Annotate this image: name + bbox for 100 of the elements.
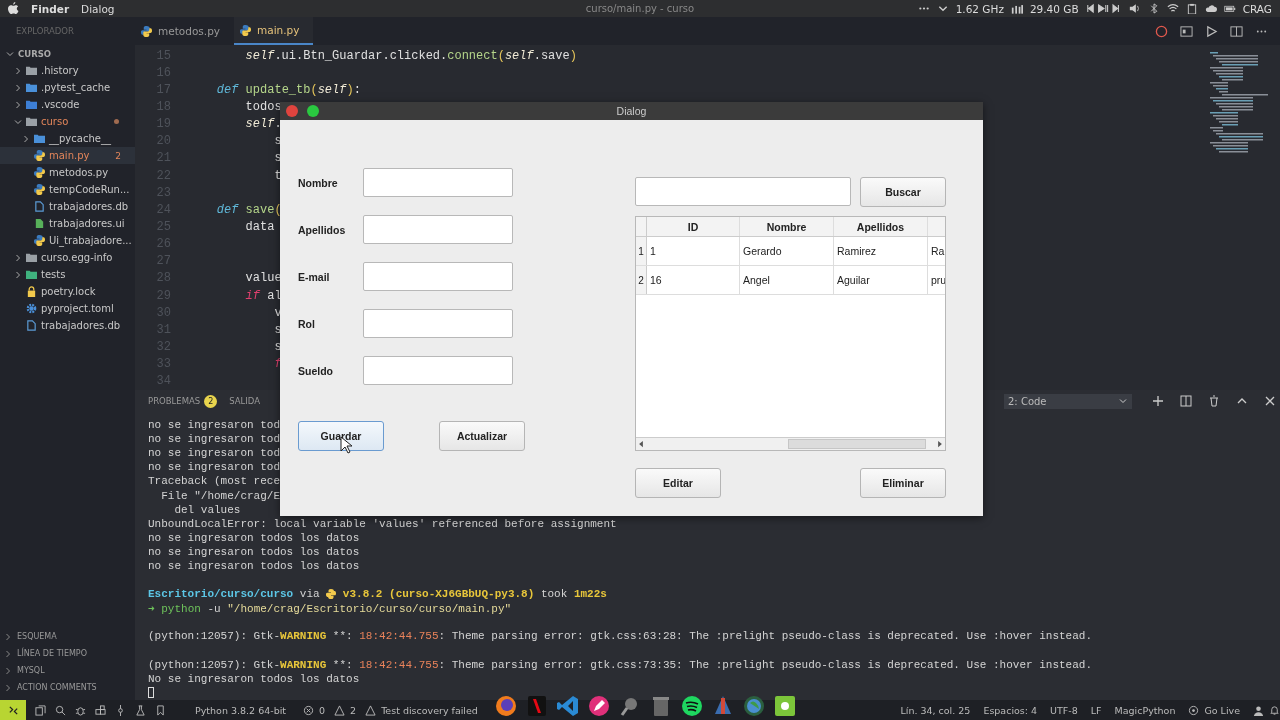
status-item[interactable]: Lín. 34, col. 25 <box>900 704 971 716</box>
flask-icon[interactable] <box>135 704 146 716</box>
tree-label[interactable]: CURSO <box>18 48 52 59</box>
volume-icon[interactable] <box>1128 3 1141 14</box>
tree-row[interactable]: .pytest_cache <box>0 79 135 96</box>
input-field[interactable] <box>363 215 513 244</box>
input-field[interactable] <box>363 168 513 197</box>
tree-row[interactable]: tests <box>0 266 135 283</box>
tree-row[interactable]: .history <box>0 62 135 79</box>
close-button[interactable] <box>286 105 298 117</box>
wifi-icon[interactable] <box>1166 3 1179 14</box>
tree-label[interactable]: __pycache__ <box>49 133 111 144</box>
play-icon[interactable] <box>1205 24 1218 38</box>
section-header[interactable]: ACTION COMMENTS <box>17 683 97 692</box>
table-cell[interactable]: Aguilar <box>834 266 928 294</box>
status-item[interactable]: LF <box>1090 704 1102 716</box>
app-icon[interactable] <box>494 694 518 718</box>
extensions-icon[interactable] <box>95 704 106 716</box>
tree-label[interactable]: Ui_trabajadore... <box>49 235 132 246</box>
dialog-button[interactable]: Eliminar <box>860 468 946 498</box>
warning-icon[interactable] <box>334 704 346 716</box>
split-editor-icon[interactable] <box>1230 24 1243 38</box>
tree-label[interactable]: main.py <box>49 150 90 161</box>
warning-count[interactable]: 2 <box>350 704 357 716</box>
column-header[interactable]: ID <box>647 217 740 236</box>
cloud-icon[interactable] <box>1204 3 1217 14</box>
tree-label[interactable]: trabajadores.ui <box>49 218 125 229</box>
tree-label[interactable]: pyproject.toml <box>41 303 114 314</box>
tree-label[interactable]: metodos.py <box>49 167 109 178</box>
tree-row[interactable]: poetry.lock <box>0 283 135 300</box>
tree-row[interactable]: trabajadores.ui <box>0 215 135 232</box>
status-item[interactable]: UTF-8 <box>1050 704 1078 716</box>
tree-row[interactable]: curso <box>0 113 135 130</box>
tree-row[interactable]: CURSO <box>0 45 135 62</box>
remote-button[interactable] <box>0 700 26 720</box>
table-cell[interactable]: Gerardo <box>740 237 834 265</box>
maximize-button[interactable] <box>307 105 319 117</box>
copy-icon[interactable] <box>35 704 46 716</box>
tree-label[interactable]: tests <box>41 269 66 280</box>
section-header[interactable]: MYSQL <box>17 666 45 675</box>
tree-row[interactable]: metodos.py <box>0 164 135 181</box>
tree-label[interactable]: curso.egg-info <box>41 252 113 263</box>
search-field[interactable] <box>635 177 851 206</box>
close-icon[interactable] <box>1264 395 1276 407</box>
chevron-icon[interactable] <box>936 3 949 14</box>
tree-row[interactable]: Ui_trabajadore... <box>0 232 135 249</box>
menu-item[interactable]: Dialog <box>81 2 115 15</box>
tree-label[interactable]: .pytest_cache <box>41 82 111 93</box>
plus-icon[interactable] <box>1152 395 1164 407</box>
tree-row[interactable]: pyproject.toml <box>0 300 135 317</box>
dialog-button[interactable]: Guardar <box>298 421 384 451</box>
editor-tab[interactable]: metodos.py <box>135 17 234 45</box>
dialog-button[interactable]: Actualizar <box>439 421 525 451</box>
search-button[interactable]: Buscar <box>860 177 946 207</box>
compare-icon[interactable] <box>1180 24 1193 38</box>
tree-row[interactable]: .vscode <box>0 96 135 113</box>
apple-icon[interactable] <box>8 2 19 15</box>
input-field[interactable] <box>363 309 513 338</box>
commit-icon[interactable] <box>115 704 126 716</box>
horizontal-scrollbar[interactable] <box>636 437 945 450</box>
tree-label[interactable]: poetry.lock <box>41 286 96 297</box>
tree-label[interactable]: .vscode <box>41 99 80 110</box>
table-cell[interactable]: 1 <box>647 237 740 265</box>
clipboard-icon[interactable] <box>1185 3 1198 14</box>
app-icon[interactable] <box>680 694 704 718</box>
tree-label[interactable]: tempCodeRun... <box>49 184 130 195</box>
bell-icon[interactable] <box>1269 704 1280 716</box>
table-cell[interactable]: Ra <box>928 237 945 265</box>
tree-row[interactable]: tempCodeRun... <box>0 181 135 198</box>
table-cell[interactable]: Angel <box>740 266 834 294</box>
app-menu[interactable]: Finder <box>31 2 70 15</box>
tree-row[interactable]: trabajadores.db <box>0 198 135 215</box>
person-icon[interactable] <box>1253 704 1264 716</box>
globe-icon[interactable] <box>742 694 766 718</box>
tree-label[interactable]: trabajadores.db <box>49 201 129 212</box>
error-count[interactable]: 0 <box>319 704 326 716</box>
trash-icon[interactable] <box>1208 395 1220 407</box>
python-interpreter[interactable]: Python 3.8.2 64-bit <box>195 704 287 716</box>
status-item[interactable]: Espacios: 4 <box>983 704 1038 716</box>
tree-row[interactable]: trabajadores.db <box>0 317 135 334</box>
tree-label[interactable]: trabajadores.db <box>41 320 121 331</box>
tree-row[interactable]: main.py 2 <box>0 147 135 164</box>
app-icon[interactable] <box>773 694 797 718</box>
bookmark-icon[interactable] <box>155 704 166 716</box>
tree-row[interactable]: __pycache__ <box>0 130 135 147</box>
table-cell[interactable]: pru <box>928 266 945 294</box>
table-cell[interactable]: 16 <box>647 266 740 294</box>
input-field[interactable] <box>363 262 513 291</box>
tree-row[interactable]: curso.egg-info <box>0 249 135 266</box>
column-header[interactable]: Nombre <box>740 217 834 236</box>
pencil-icon[interactable] <box>587 694 611 718</box>
user-name[interactable]: CRAG <box>1242 2 1272 15</box>
panel-tab[interactable]: SALIDA <box>229 396 261 406</box>
editor-tab[interactable]: main.py <box>234 17 314 45</box>
row-header[interactable]: 2 <box>636 266 647 294</box>
status-item[interactable]: MagicPython <box>1114 704 1176 716</box>
error-icon[interactable] <box>303 704 315 716</box>
tree-label[interactable]: curso <box>41 116 69 127</box>
media-controls-icon[interactable] <box>1085 3 1122 14</box>
tree-label[interactable]: .history <box>41 65 79 76</box>
